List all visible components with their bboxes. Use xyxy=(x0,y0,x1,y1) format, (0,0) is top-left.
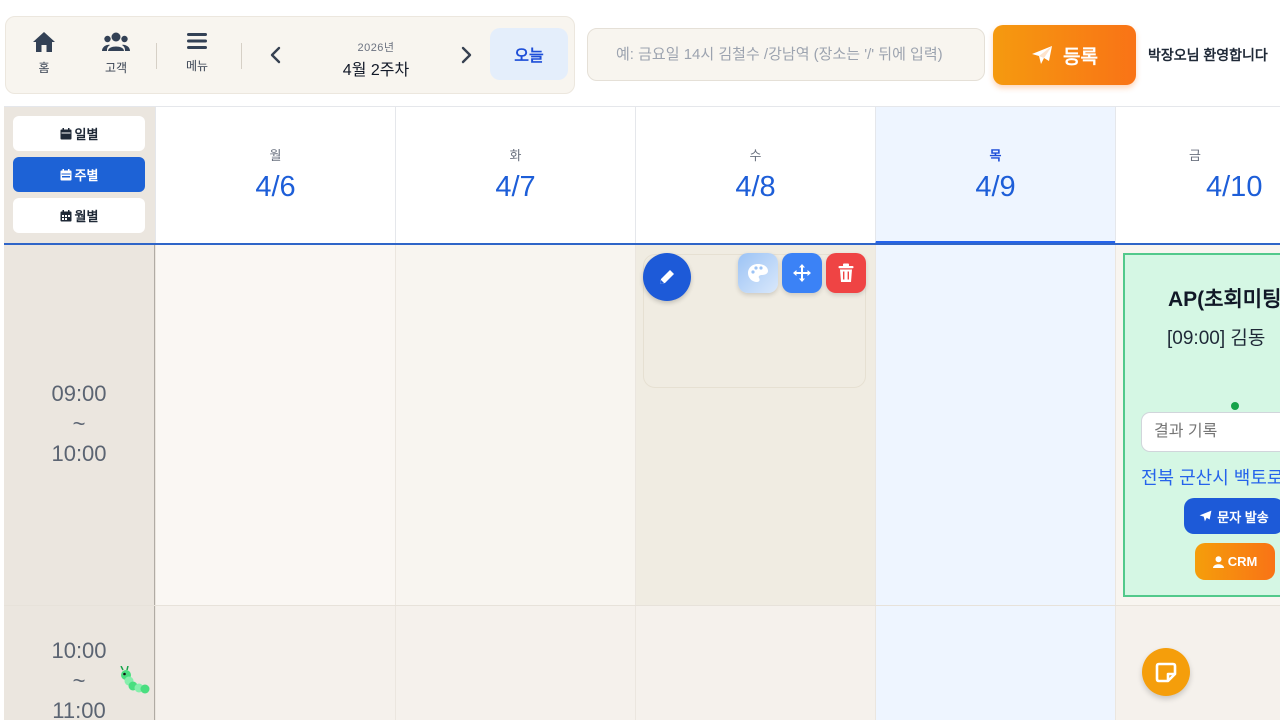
user-icon xyxy=(1212,555,1224,568)
slot-start: 09:00 xyxy=(51,381,107,406)
week-view-label: 주별 xyxy=(74,168,99,183)
slot-end: 10:00 xyxy=(51,441,107,466)
day-header-tue[interactable]: 화 4/7 xyxy=(395,107,635,244)
slot-cell[interactable] xyxy=(395,606,635,720)
result-input[interactable] xyxy=(1141,412,1280,452)
move-button[interactable] xyxy=(782,253,822,293)
date-label: 4/10 xyxy=(1206,171,1263,203)
slot-cell[interactable] xyxy=(395,245,635,605)
day-header-mon[interactable]: 월 4/6 xyxy=(155,107,395,244)
weekday-label: 수 xyxy=(749,148,762,163)
divider xyxy=(156,43,157,69)
day-header-fri[interactable]: 금 4/10 xyxy=(1115,107,1280,244)
chevron-right-icon xyxy=(461,46,472,64)
appointment-time-name: [09:00] 김동 xyxy=(1167,328,1266,349)
top-nav: 홈 고객 메뉴 2026년 4월 2주차 오늘 xyxy=(5,16,575,94)
chat-button[interactable] xyxy=(1142,648,1190,696)
calendar-week-icon xyxy=(60,168,72,180)
chat-icon xyxy=(1155,662,1177,683)
trash-icon xyxy=(838,263,854,282)
slot-sep: ~ xyxy=(72,411,86,436)
edit-button[interactable] xyxy=(643,253,691,301)
home-label: 홈 xyxy=(38,61,50,75)
year-label: 2026년 xyxy=(357,42,395,54)
prev-week-button[interactable] xyxy=(268,45,284,70)
chevron-left-icon xyxy=(270,46,281,64)
date-label: 4/8 xyxy=(735,171,776,203)
send-sms-label: 문자 발송 xyxy=(1217,509,1269,525)
welcome-text: 박장오님 환영합니다 xyxy=(1148,47,1268,63)
date-label: 4/6 xyxy=(255,171,296,203)
day-header-thu[interactable]: 목 4/9 xyxy=(875,107,1115,244)
home-button[interactable]: 홈 xyxy=(14,31,74,76)
status-dot xyxy=(1231,402,1239,410)
calendar-month-icon xyxy=(60,209,72,221)
slot-cell[interactable] xyxy=(155,245,395,605)
slot-cell[interactable] xyxy=(155,606,395,720)
slot-cell[interactable] xyxy=(635,606,875,720)
color-button[interactable] xyxy=(738,253,778,293)
menu-button[interactable]: 메뉴 xyxy=(167,31,227,74)
pencil-icon xyxy=(660,270,674,284)
date-label: 4/7 xyxy=(495,171,536,203)
slot-cell[interactable] xyxy=(1115,606,1280,720)
register-label: 등록 xyxy=(1063,46,1098,68)
paper-plane-icon xyxy=(1032,46,1053,64)
day-view-button[interactable]: 일별 xyxy=(13,116,145,151)
weekday-label: 월 xyxy=(269,148,282,163)
crm-label: CRM xyxy=(1227,554,1258,569)
send-sms-button[interactable]: 문자 발송 xyxy=(1184,498,1280,534)
crm-button[interactable]: CRM xyxy=(1195,543,1275,580)
hamburger-icon xyxy=(187,33,207,49)
appointment-card[interactable]: AP(초회미팅) [09:00] 김동 전북 군산시 백토로 문자 발송 CRM xyxy=(1123,253,1280,597)
home-icon xyxy=(33,32,55,52)
time-label-0900: 09:00 ~ 10:00 xyxy=(4,245,155,605)
register-button[interactable]: 등록 xyxy=(993,25,1136,85)
month-view-button[interactable]: 월별 xyxy=(13,198,145,233)
weekday-label: 화 xyxy=(509,148,522,163)
appointment-title: AP(초회미팅) xyxy=(1168,288,1280,311)
paper-plane-icon xyxy=(1199,510,1212,522)
caterpillar-mascot-icon xyxy=(118,665,152,701)
today-button[interactable]: 오늘 xyxy=(490,28,568,80)
move-icon xyxy=(793,264,811,282)
customers-label: 고객 xyxy=(104,61,128,75)
week-title: 4월 2주차 xyxy=(342,62,410,79)
divider xyxy=(241,43,242,69)
weekday-label: 목 xyxy=(989,148,1002,163)
menu-label: 메뉴 xyxy=(185,59,209,73)
quick-entry-input[interactable] xyxy=(587,28,985,81)
palette-icon xyxy=(748,264,768,282)
slot-cell-today[interactable] xyxy=(875,606,1115,720)
week-view-button[interactable]: 주별 xyxy=(13,157,145,192)
calendar-day-icon xyxy=(60,127,72,139)
time-label-1000: 10:00 ~ 11:00 xyxy=(4,606,155,720)
delete-button[interactable] xyxy=(826,253,866,293)
slot-start: 10:00 xyxy=(51,638,107,663)
appointment-address-link[interactable]: 전북 군산시 백토로 xyxy=(1141,464,1280,490)
month-view-label: 월별 xyxy=(74,209,99,224)
slot-cell-today[interactable] xyxy=(875,245,1115,605)
weekday-label: 금 xyxy=(1189,145,1280,164)
day-header-wed[interactable]: 수 4/8 xyxy=(635,107,875,244)
date-label: 4/9 xyxy=(975,171,1016,203)
users-icon xyxy=(102,32,130,51)
next-week-button[interactable] xyxy=(458,45,474,70)
weekday-text: 금 xyxy=(1189,148,1201,163)
customers-button[interactable]: 고객 xyxy=(86,31,146,76)
day-view-label: 일별 xyxy=(74,127,99,142)
week-indicator: 2026년 4월 2주차 xyxy=(324,39,428,80)
